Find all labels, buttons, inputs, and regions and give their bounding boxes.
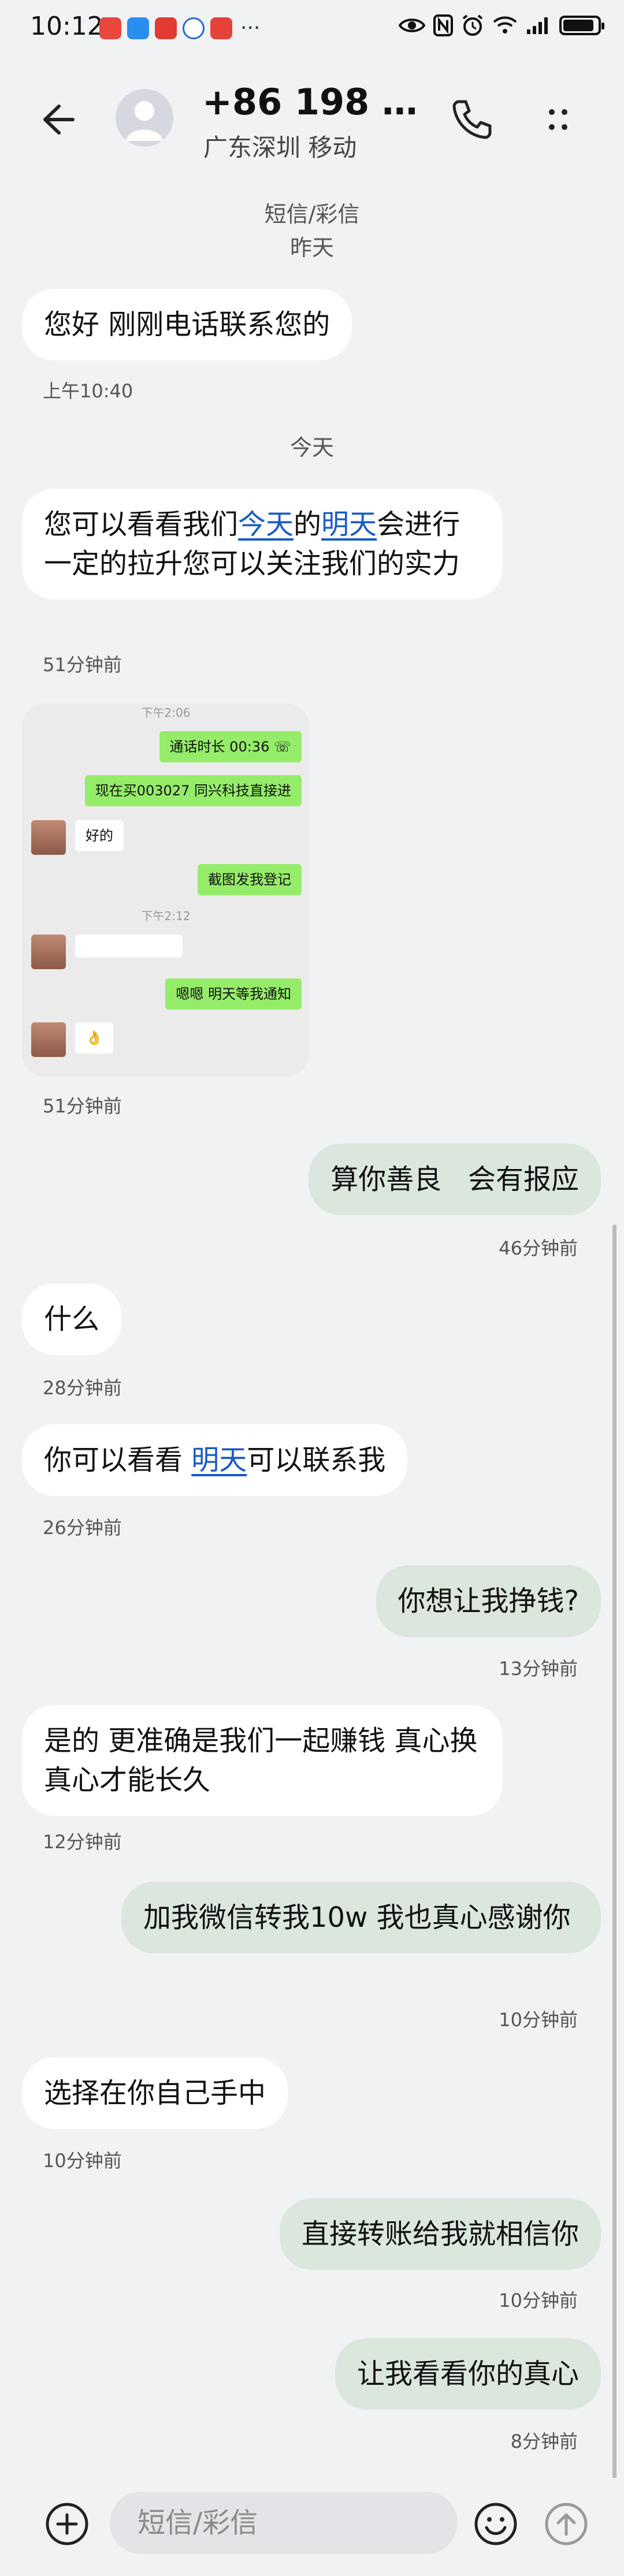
channel-label: 短信/彩信: [264, 202, 360, 227]
date-link[interactable]: 今天: [238, 508, 294, 541]
outgoing-message[interactable]: 你想让我挣钱?: [376, 1565, 601, 1637]
status-right-icons: [399, 14, 604, 37]
incoming-message[interactable]: 您好 刚刚电话联系您的: [22, 289, 352, 360]
alarm-icon: [462, 14, 483, 36]
date-link[interactable]: 明天: [321, 508, 377, 541]
battery-icon: [559, 16, 604, 35]
scrollbar[interactable]: [612, 1224, 616, 2495]
outgoing-message[interactable]: 加我微信转我10w 我也真心感谢你: [121, 1882, 601, 1953]
contact-number: +86 198 42...: [202, 81, 439, 123]
message-time: 12分钟前: [43, 1831, 122, 1853]
status-bar: 10:12 ···: [0, 0, 624, 60]
message-time: 46分钟前: [499, 1237, 578, 1259]
message-time: 26分钟前: [43, 1517, 122, 1539]
outgoing-message[interactable]: 算你善良 会有报应: [309, 1144, 601, 1215]
screenshot-call-bubble: 通话时长 00:36 ☏: [159, 731, 302, 762]
cloud-blue-icon: [127, 17, 149, 39]
app-red-icon-3: [210, 17, 232, 39]
conversation-header: +86 198 42... 广东深圳 移动: [0, 64, 624, 179]
contact-avatar[interactable]: [116, 89, 173, 147]
screenshot-time: 下午2:12: [141, 909, 191, 923]
incoming-message[interactable]: 选择在你自己手中: [22, 2057, 288, 2129]
emoji-icon[interactable]: [473, 2501, 519, 2547]
date-divider-today: 今天: [289, 435, 334, 460]
incoming-message[interactable]: 您可以看看我们今天的明天会进行一定的拉升您可以关注我们的实力: [22, 489, 503, 600]
phone-icon: ☏: [273, 739, 291, 755]
message-time: 13分钟前: [499, 1658, 578, 1680]
notification-icons: ···: [99, 17, 260, 39]
outgoing-message[interactable]: 让我看看你的真心: [335, 2338, 601, 2410]
message-time: 8分钟前: [510, 2430, 578, 2452]
screenshot-time: 下午2:06: [141, 706, 191, 720]
nfc-icon: [433, 14, 453, 36]
incoming-message[interactable]: 是的 更准确是我们一起赚钱 真心换真心才能长久: [22, 1705, 503, 1816]
message-time: 10分钟前: [499, 2290, 578, 2311]
send-icon[interactable]: [543, 2501, 589, 2547]
wifi-icon: [493, 16, 517, 33]
incoming-message[interactable]: 什么: [22, 1283, 122, 1355]
screenshot-avatar: [31, 935, 66, 969]
screenshot-blurred-bubble: [75, 935, 183, 958]
signal-icon: [527, 17, 548, 34]
message-composer: 短信/彩信: [0, 2478, 624, 2576]
eye-icon: [399, 18, 425, 32]
date-link[interactable]: 明天: [191, 1444, 247, 1476]
screenshot-bubble: 现在买003027 同兴科技直接进: [84, 775, 302, 806]
app-blue-icon: [183, 17, 205, 39]
app-red-icon-2: [155, 17, 177, 39]
screenshot-call-text: 通话时长 00:36: [169, 739, 270, 755]
screenshot-avatar: [31, 820, 66, 855]
status-time: 10:12: [30, 12, 103, 41]
date-divider-yesterday: 昨天: [289, 235, 334, 260]
more-options-icon[interactable]: [532, 94, 584, 146]
message-text: 可以联系我: [247, 1444, 386, 1476]
contact-location: 广东深圳 移动: [203, 133, 357, 162]
message-time: 51分钟前: [43, 654, 122, 676]
screenshot-bubble: 好的: [75, 820, 124, 851]
back-arrow-icon[interactable]: [38, 94, 84, 146]
person-icon: [126, 101, 163, 141]
incoming-message[interactable]: 你可以看看 明天可以联系我: [22, 1424, 408, 1496]
message-text: 你可以看看: [44, 1444, 192, 1476]
message-text: 您可以看看我们: [44, 508, 239, 541]
message-text: 的: [294, 508, 322, 541]
app-red-icon: [99, 17, 121, 39]
screenshot-avatar: [31, 1022, 66, 1057]
screenshot-bubble: 👌: [75, 1022, 113, 1054]
screenshot-bubble: 嗯嗯 明天等我通知: [165, 978, 302, 1010]
message-time: 上午10:40: [43, 380, 133, 402]
message-input[interactable]: 短信/彩信: [110, 2492, 458, 2554]
more-notifications: ···: [240, 16, 261, 40]
message-time: 10分钟前: [499, 2009, 578, 2031]
message-time: 28分钟前: [43, 1377, 122, 1399]
message-time: 51分钟前: [43, 1095, 122, 1117]
screenshot-bubble: 截图发我登记: [198, 864, 302, 895]
image-message[interactable]: 下午2:06 通话时长 00:36 ☏ 现在买003027 同兴科技直接进 好的…: [22, 703, 310, 1077]
phone-call-icon[interactable]: [445, 94, 497, 146]
message-time: 10分钟前: [43, 2150, 122, 2172]
add-attachment-icon[interactable]: [44, 2501, 90, 2547]
outgoing-message[interactable]: 直接转账给我就相信你: [279, 2198, 601, 2270]
